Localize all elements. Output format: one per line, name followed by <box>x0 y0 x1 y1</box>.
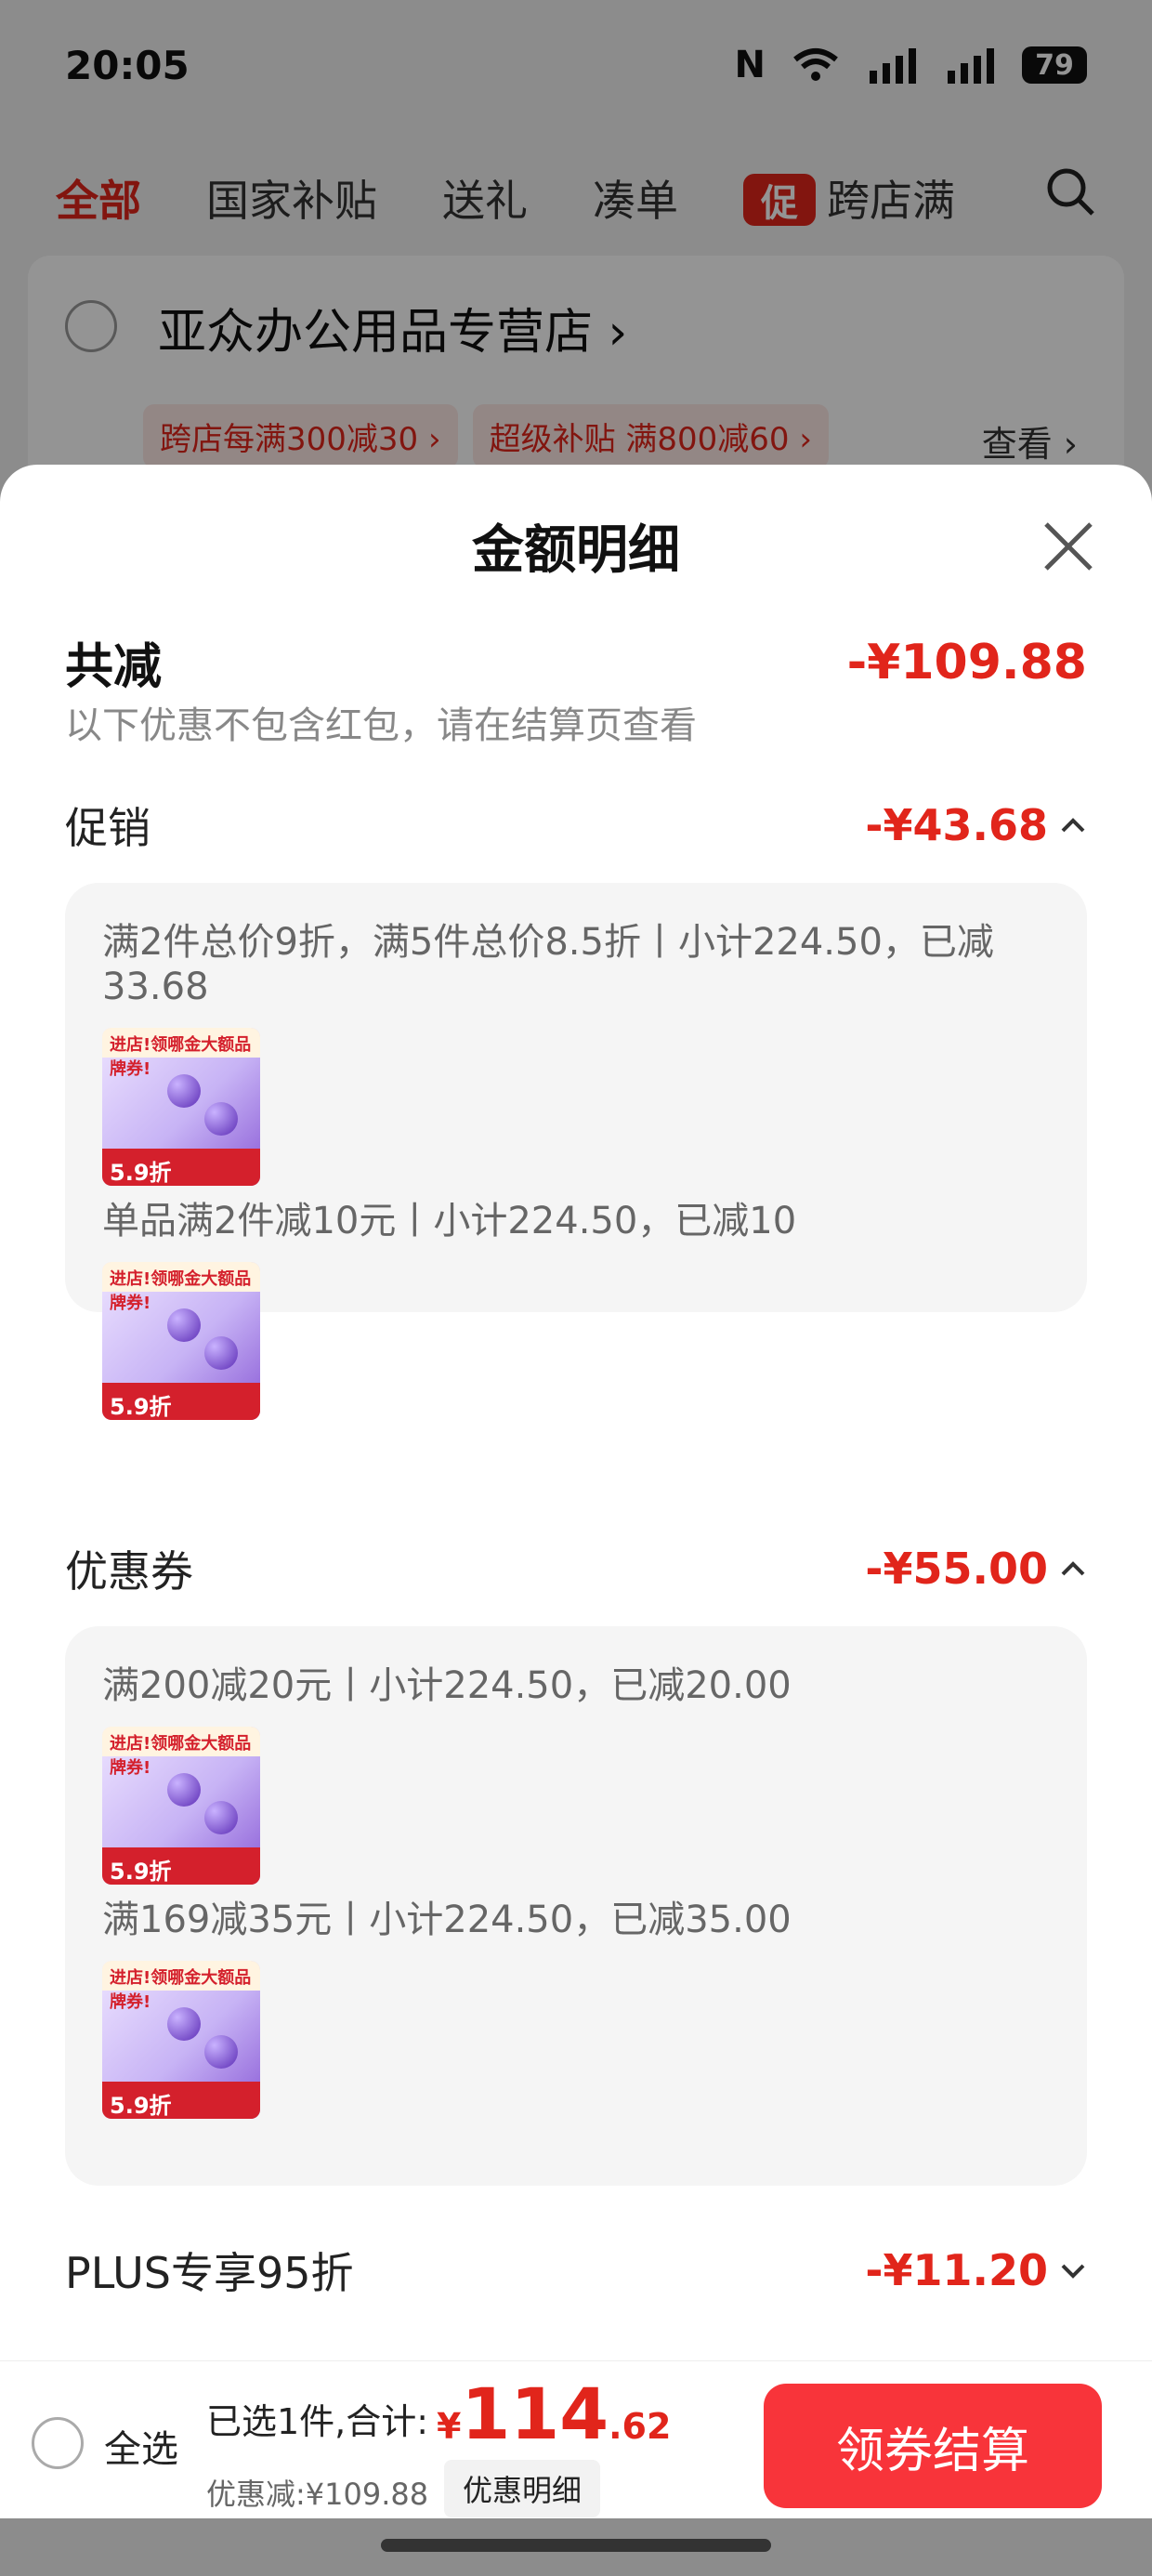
promotion-label: 促销 <box>65 803 151 853</box>
sheet-header: 金额明细 <box>0 465 1152 627</box>
coupon-detail-box: 满200减20元丨小计224.50，已减20.00 进店!领哪金大额品牌券! 5… <box>65 1626 1087 2186</box>
discount-total-text: 优惠减:¥109.88 <box>206 2477 429 2512</box>
thumbnail-decoration <box>204 1801 238 1834</box>
product-thumbnail[interactable]: 进店!领哪金大额品牌券! 5.9折 <box>102 1262 260 1420</box>
total-price: ¥114.62 <box>437 2372 671 2455</box>
plus-label: PLUS专享95折 <box>65 2248 354 2298</box>
price-symbol: ¥ <box>437 2406 462 2447</box>
chevron-up-icon[interactable] <box>1059 1559 1087 1578</box>
promotion-detail-box: 满2件总价9折，满5件总价8.5折丨小计224.50，已减33.68 进店!领哪… <box>65 883 1087 1420</box>
thumbnail-decoration <box>167 1773 201 1807</box>
checkout-button[interactable]: 领券结算 <box>764 2384 1102 2508</box>
promotion-amount-wrap: -¥43.68 <box>865 800 1087 850</box>
promotion-row[interactable]: 促销 -¥43.68 <box>65 795 1087 856</box>
thumbnail-bottom-text: 5.9折 <box>102 1847 260 1885</box>
thumbnail-bottom-text: 5.9折 <box>102 2082 260 2119</box>
discount-note: 以下优惠不包含红包，请在结算页查看 <box>65 704 697 747</box>
thumbnail-bottom-text: 5.9折 <box>102 1149 260 1186</box>
total-discount-amount: -¥109.88 <box>846 634 1087 690</box>
thumbnail-decoration <box>204 1336 238 1370</box>
coupon-item-text: 满200减20元丨小计224.50，已减20.00 <box>102 1664 792 1707</box>
thumbnail-top-text: 进店!领哪金大额品牌券! <box>102 1262 260 1313</box>
total-discount-row: 共减 -¥109.88 <box>65 627 1087 697</box>
promotion-item-text: 单品满2件减10元丨小计224.50，已减10 <box>102 1200 797 1242</box>
coupon-amount-wrap: -¥55.00 <box>865 1544 1087 1594</box>
coupon-label: 优惠券 <box>65 1546 193 1597</box>
chevron-down-icon[interactable] <box>1059 2261 1087 2280</box>
thumbnail-decoration <box>167 1074 201 1108</box>
select-all-label[interactable]: 全选 <box>104 2419 178 2473</box>
close-icon[interactable] <box>1041 519 1096 574</box>
checkout-bar: 全选 已选1件,合计: ¥114.62 优惠减:¥109.88 优惠明细 领券结… <box>0 2360 1152 2518</box>
promotion-item-text: 满2件总价9折，满5件总价8.5折丨小计224.50，已减33.68 <box>102 921 994 1008</box>
promotion-amount: -¥43.68 <box>865 800 1048 850</box>
select-all-checkbox[interactable] <box>32 2417 84 2469</box>
plus-amount: -¥11.20 <box>865 2245 1048 2295</box>
product-thumbnail[interactable]: 进店!领哪金大额品牌券! 5.9折 <box>102 1961 260 2119</box>
plus-amount-wrap: -¥11.20 <box>865 2245 1087 2295</box>
home-indicator[interactable] <box>381 2539 771 2552</box>
thumbnail-decoration <box>167 2007 201 2041</box>
chevron-up-icon[interactable] <box>1059 816 1087 835</box>
selected-count-text: 已选1件,合计: <box>206 2401 429 2442</box>
thumbnail-decoration <box>167 1308 201 1342</box>
thumbnail-decoration <box>204 2035 238 2069</box>
thumbnail-decoration <box>204 1102 238 1136</box>
sheet-title: 金额明细 <box>472 520 680 581</box>
thumbnail-bottom-text: 5.9折 <box>102 1383 260 1420</box>
discount-detail-button[interactable]: 优惠明细 <box>444 2460 601 2517</box>
plus-row[interactable]: PLUS专享95折 -¥11.20 <box>65 2240 1087 2301</box>
price-integer: 114 <box>461 2372 609 2455</box>
amount-detail-sheet: 金额明细 共减 -¥109.88 以下优惠不包含红包，请在结算页查看 促销 -¥… <box>0 465 1152 2360</box>
product-thumbnail[interactable]: 进店!领哪金大额品牌券! 5.9折 <box>102 1028 260 1186</box>
price-decimal: .62 <box>609 2406 672 2447</box>
thumbnail-top-text: 进店!领哪金大额品牌券! <box>102 1961 260 2012</box>
coupon-row[interactable]: 优惠券 -¥55.00 <box>65 1538 1087 1599</box>
thumbnail-top-text: 进店!领哪金大额品牌券! <box>102 1727 260 1778</box>
total-discount-label: 共减 <box>65 639 163 695</box>
coupon-amount: -¥55.00 <box>865 1544 1048 1594</box>
thumbnail-top-text: 进店!领哪金大额品牌券! <box>102 1028 260 1079</box>
product-thumbnail[interactable]: 进店!领哪金大额品牌券! 5.9折 <box>102 1727 260 1885</box>
coupon-item-text: 满169减35元丨小计224.50，已减35.00 <box>102 1899 792 1941</box>
